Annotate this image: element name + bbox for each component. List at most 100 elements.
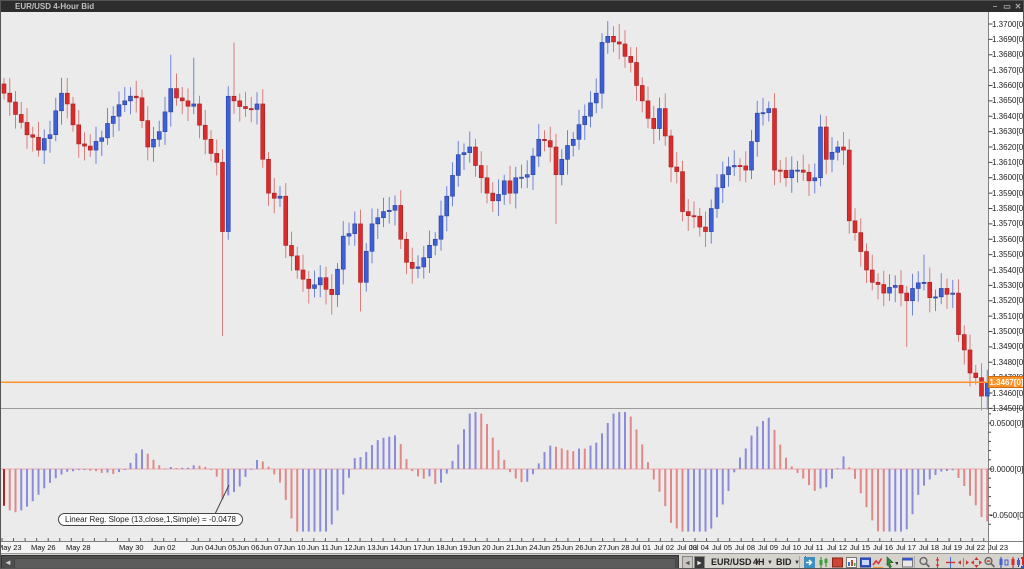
candle-body <box>524 174 530 178</box>
candle-body <box>967 349 973 374</box>
histogram-bar <box>279 469 281 483</box>
histogram-bar <box>963 469 966 486</box>
histogram-bar <box>641 444 644 469</box>
zoom-out-icon[interactable] <box>983 556 996 568</box>
candle-body <box>513 177 519 194</box>
price-panel <box>1 12 988 541</box>
shift-chart-icon[interactable] <box>803 556 816 568</box>
histogram-bar <box>106 469 109 473</box>
histogram-bar <box>681 469 684 532</box>
histogram-bar <box>710 469 713 529</box>
candle-body <box>179 97 185 102</box>
doc-chart-icon[interactable] <box>845 556 858 568</box>
candle-body <box>300 269 306 280</box>
histogram-bar <box>865 469 868 508</box>
scroll-left-icon[interactable]: ◄ <box>4 558 12 568</box>
date-axis-label: Jun 27 <box>584 543 607 552</box>
candle-body <box>542 139 547 141</box>
candle-body <box>950 292 956 295</box>
histogram-bar <box>693 469 695 532</box>
price-axis-label: 1.3450[0] <box>992 403 1024 413</box>
candle-body <box>128 95 133 102</box>
candle-body <box>317 277 323 286</box>
candle-body <box>570 139 576 146</box>
blue-panel-icon[interactable] <box>859 556 872 568</box>
scrollbar-thumb[interactable] <box>14 558 676 568</box>
candle-body <box>800 169 806 173</box>
candle-body <box>455 154 461 176</box>
candle-body <box>910 288 915 302</box>
candle-body <box>352 223 358 234</box>
candle-crosshair-icon[interactable] <box>1020 556 1023 568</box>
green-candles-icon[interactable] <box>817 556 830 568</box>
histogram-bar <box>468 413 471 469</box>
side-select[interactable]: BID ▼ <box>776 556 800 568</box>
date-axis-label: Jun 13 <box>353 543 376 552</box>
histogram-bar <box>503 459 506 469</box>
workspace-icon[interactable] <box>901 556 914 568</box>
candle-body <box>358 223 363 283</box>
page-right-button[interactable]: ► <box>694 556 705 568</box>
date-axis-label: Jul 18 <box>919 543 940 552</box>
candle-body <box>24 122 30 136</box>
candle-body <box>743 165 749 171</box>
candle-body <box>461 152 467 155</box>
date-axis-label: Jul 11 <box>804 543 824 552</box>
histogram-bar <box>215 469 218 477</box>
chart-window: EUR/USD 4-Hour Bid – ▭ ✕ 1.3700[0] 1.3690… <box>0 0 1024 569</box>
candle-body <box>421 257 427 268</box>
zoom-icon[interactable] <box>918 556 931 568</box>
histogram-bar <box>923 469 925 486</box>
histogram-bar <box>802 469 805 479</box>
histogram-bar <box>831 469 833 479</box>
candle-body <box>484 177 490 194</box>
candle-body <box>835 146 841 153</box>
candle-body <box>478 165 484 179</box>
red-block-icon[interactable] <box>831 556 844 568</box>
histogram-bar <box>14 469 17 513</box>
histogram-bar <box>348 469 350 478</box>
candle-body <box>823 126 829 160</box>
candle-body <box>197 103 202 126</box>
histogram-bar <box>825 469 828 488</box>
period-select[interactable]: 4H ▼ <box>753 556 773 568</box>
candle-body <box>593 92 599 104</box>
expand-both-icon[interactable] <box>970 556 983 568</box>
cursor-select-icon[interactable] <box>885 556 898 568</box>
histogram-bar <box>284 469 287 500</box>
date-axis-label: Jun 21 <box>492 543 515 552</box>
price-axis-label: 1.3670[0] <box>992 65 1024 75</box>
crosshair-vertical2-icon[interactable] <box>944 556 957 568</box>
histogram-bar <box>928 469 931 480</box>
histogram-bar <box>704 469 707 532</box>
date-axis-label: Jul 02 <box>654 543 675 552</box>
date-axis-label: Jun 04 <box>191 543 214 552</box>
candle-body <box>841 146 846 151</box>
histogram-bar <box>457 444 460 469</box>
histogram-bar <box>894 469 897 532</box>
price-chart-canvas[interactable] <box>1 1 1024 569</box>
price-axis-label: 1.3620[0] <box>992 142 1024 152</box>
expand-horizontal-icon[interactable] <box>957 556 970 568</box>
price-axis-label: 1.3520[0] <box>992 296 1024 306</box>
histogram-bar <box>951 469 954 471</box>
candle-body <box>271 192 277 199</box>
histogram-bar <box>911 469 914 515</box>
candle-body <box>766 108 772 113</box>
horizontal-scrollbar[interactable]: ◄ <box>1 555 679 568</box>
price-axis-label: 1.3540[0] <box>992 265 1024 275</box>
date-axis-label: Jun 02 <box>153 543 176 552</box>
date-axis-label: Jun 19 <box>445 543 468 552</box>
histogram-bar <box>313 469 316 532</box>
price-axis-label: 1.3590[0] <box>992 188 1024 198</box>
histogram-bar <box>273 469 276 475</box>
date-axis-label: May 26 <box>31 543 56 552</box>
red-zigzag-icon[interactable] <box>872 556 885 568</box>
page-left-button[interactable]: ◄ <box>682 556 693 568</box>
histogram-bar <box>463 429 465 469</box>
candle-body <box>145 120 151 148</box>
candle-body <box>611 35 616 43</box>
histogram-bar <box>497 450 500 469</box>
crosshair-vertical-icon[interactable] <box>931 556 944 568</box>
histogram-bar <box>658 469 661 492</box>
